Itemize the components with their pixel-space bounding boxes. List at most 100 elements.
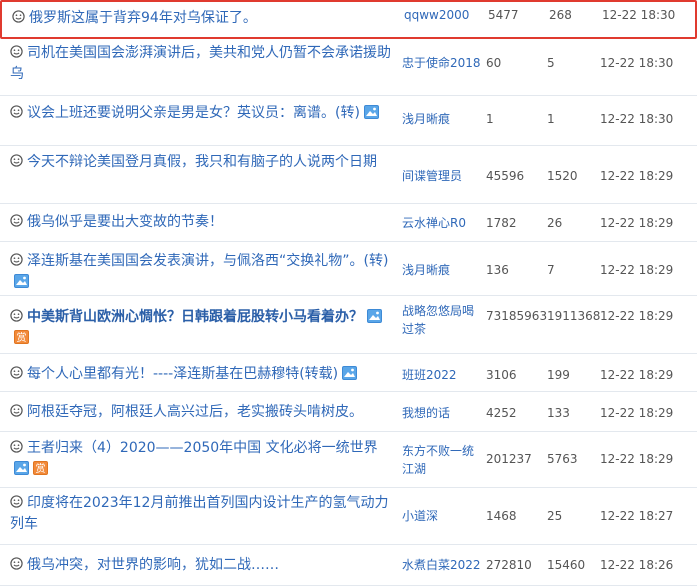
post-time: 12-22 18:29: [600, 216, 674, 230]
author-link[interactable]: 忠于使命2018: [402, 54, 484, 72]
smiley-icon: [10, 252, 23, 266]
click-count: 3106: [486, 368, 517, 382]
author-link[interactable]: 战略忽悠局喝过茶: [402, 302, 484, 338]
topic-row[interactable]: 中美斯背山欧洲心惆怅？日韩跟着屁股转小马看着办？赏战略忽悠局喝过茶 7318596…: [0, 296, 697, 354]
click-count: 272810: [486, 558, 532, 572]
author-link[interactable]: 东方不败一统江湖: [402, 442, 484, 478]
click-count: 136: [486, 263, 509, 277]
reply-count: 5: [547, 56, 555, 70]
reply-count: 199: [547, 368, 570, 382]
post-time: 12-22 18:27: [600, 509, 674, 523]
topic-row[interactable]: 阿根廷夺冠，阿根廷人高兴过后，老实搬砖头啃树皮。 我想的话 4252 133 12-22…: [0, 392, 697, 432]
smiley-icon: [12, 9, 25, 23]
author-link[interactable]: 我想的话: [402, 404, 484, 422]
topic-row[interactable]: 印度将在2023年12月前推出首列国内设计生产的氢气动力列车 小道深 1468 25 1…: [0, 488, 697, 545]
smiley-icon: [10, 104, 23, 118]
topic-title-cell: 中美斯背山欧洲心惆怅？日韩跟着屁股转小马看着办？赏: [10, 307, 395, 349]
smiley-icon: [10, 153, 23, 167]
author-link[interactable]: 浅月晰痕: [402, 261, 484, 279]
image-icon: [367, 309, 382, 323]
reply-count: 15460: [547, 558, 586, 572]
topic-title-link[interactable]: 阿根廷夺冠，阿根廷人高兴过后，老实搬砖头啃树皮。: [27, 404, 363, 420]
smiley-icon: [10, 308, 23, 322]
author-link[interactable]: 浅月晰痕: [402, 110, 484, 128]
click-count: 73185963: [486, 309, 548, 323]
author-link[interactable]: qqww2000: [404, 6, 486, 24]
post-time: 12-22 18:30: [600, 56, 674, 70]
topic-title-cell: 王者归来（4）2020——2050年中国 文化必将一统世界赏: [10, 438, 395, 480]
author-link[interactable]: 水煮白菜2022: [402, 556, 484, 574]
reply-count: 1: [547, 112, 555, 126]
topic-title-cell: 今天不辩论美国登月真假，我只和有脑子的人说两个日期: [10, 152, 395, 173]
topic-row[interactable]: 俄乌冲突，对世界的影响，犹如二战…… 水煮白菜2022 272810 15460 12-…: [0, 545, 697, 586]
reply-count: 7: [547, 263, 555, 277]
click-count: 5477: [488, 8, 519, 22]
click-count: 60: [486, 56, 502, 70]
click-count: 1468: [486, 509, 517, 523]
topic-list: 俄罗斯这属于背弃94年对乌保证了。 qqww2000 5477 268 12-22 18…: [0, 0, 697, 586]
topic-title-cell: 阿根廷夺冠，阿根廷人高兴过后，老实搬砖头啃树皮。: [10, 402, 395, 423]
topic-row[interactable]: 议会上班还要说明父亲是男是女？英议员：离谱。(转) 浅月晰痕 1 1 12-22 18:…: [0, 96, 697, 146]
reply-count: 1520: [547, 169, 578, 183]
post-time: 12-22 18:29: [600, 263, 674, 277]
post-time: 12-22 18:29: [600, 406, 674, 420]
topic-title-link[interactable]: 泽连斯基在美国国会发表演讲，与佩洛西“交换礼物”。(转): [27, 253, 388, 269]
reply-count: 5763: [547, 452, 578, 466]
image-icon: [14, 461, 29, 475]
topic-title-link[interactable]: 议会上班还要说明父亲是男是女？英议员：离谱。(转): [27, 105, 360, 121]
smiley-icon: [10, 556, 23, 570]
topic-title-cell: 印度将在2023年12月前推出首列国内设计生产的氢气动力列车: [10, 493, 395, 535]
topic-title-cell: 议会上班还要说明父亲是男是女？英议员：离谱。(转): [10, 103, 395, 124]
topic-title-link[interactable]: 俄乌冲突，对世界的影响，犹如二战……: [27, 557, 279, 573]
smiley-icon: [10, 44, 23, 58]
reply-count: 268: [549, 8, 572, 22]
author-link[interactable]: 班班2022: [402, 366, 484, 384]
image-icon: [14, 274, 29, 288]
post-time: 12-22 18:30: [602, 8, 676, 22]
topic-title-cell: 俄罗斯这属于背弃94年对乌保证了。: [12, 8, 397, 29]
smiley-icon: [10, 213, 23, 227]
post-time: 12-22 18:30: [600, 112, 674, 126]
topic-title-link[interactable]: 俄罗斯这属于背弃94年对乌保证了。: [29, 10, 257, 26]
click-count: 4252: [486, 406, 517, 420]
topic-row[interactable]: 每个人心里都有光！----泽连斯基在巴赫穆特(转载) 班班2022 3106 199 1…: [0, 354, 697, 392]
topic-title-link[interactable]: 俄乌似乎是要出大变故的节奏！: [27, 214, 223, 230]
author-link[interactable]: 云水禅心R0: [402, 214, 484, 232]
post-time: 12-22 18:29: [600, 368, 674, 382]
image-icon: [363, 105, 379, 119]
post-time: 12-22 18:26: [600, 558, 674, 572]
click-count: 1: [486, 112, 494, 126]
topic-title-link[interactable]: 今天不辩论美国登月真假，我只和有脑子的人说两个日期: [27, 154, 377, 170]
topic-title-link[interactable]: 司机在美国国会澎湃演讲后，美共和党人仍暂不会承诺援助乌: [10, 45, 391, 82]
reply-count: 26: [547, 216, 563, 230]
author-link[interactable]: 小道深: [402, 507, 484, 525]
post-time: 12-22 18:29: [600, 452, 674, 466]
click-count: 45596: [486, 169, 525, 183]
topic-title-cell: 泽连斯基在美国国会发表演讲，与佩洛西“交换礼物”。(转): [10, 251, 395, 293]
topic-title-link[interactable]: 中美斯背山欧洲心惆怅？日韩跟着屁股转小马看着办？: [27, 309, 363, 325]
click-count: 201237: [486, 452, 532, 466]
topic-title-link[interactable]: 每个人心里都有光！----泽连斯基在巴赫穆特(转载): [27, 366, 338, 382]
smiley-icon: [10, 494, 23, 508]
topic-title-cell: 每个人心里都有光！----泽连斯基在巴赫穆特(转载): [10, 364, 395, 385]
image-icon: [342, 366, 358, 380]
post-time: 12-22 18:29: [600, 169, 674, 183]
topic-row[interactable]: 俄乌似乎是要出大变故的节奏！ 云水禅心R0 1782 26 12-22 18:29: [0, 204, 697, 242]
topic-title-cell: 司机在美国国会澎湃演讲后，美共和党人仍暂不会承诺援助乌: [10, 43, 395, 85]
reward-icon: 赏: [33, 461, 48, 475]
topic-title-cell: 俄乌冲突，对世界的影响，犹如二战……: [10, 555, 395, 576]
smiley-icon: [10, 439, 23, 453]
reply-count: 1911368: [547, 309, 601, 323]
click-count: 1782: [486, 216, 517, 230]
topic-row[interactable]: 司机在美国国会澎湃演讲后，美共和党人仍暂不会承诺援助乌 忠于使命2018 60 5 12…: [0, 39, 697, 96]
topic-row[interactable]: 俄罗斯这属于背弃94年对乌保证了。 qqww2000 5477 268 12-22 18…: [0, 0, 697, 39]
topic-row[interactable]: 泽连斯基在美国国会发表演讲，与佩洛西“交换礼物”。(转) 浅月晰痕 136 7 12-2…: [0, 242, 697, 296]
topic-title-cell: 俄乌似乎是要出大变故的节奏！: [10, 212, 395, 233]
topic-title-link[interactable]: 王者归来（4）2020——2050年中国 文化必将一统世界: [27, 440, 378, 456]
svg-text:赏: 赏: [36, 463, 46, 475]
reply-count: 133: [547, 406, 570, 420]
author-link[interactable]: 间谍管理员: [402, 167, 484, 185]
topic-row[interactable]: 今天不辩论美国登月真假，我只和有脑子的人说两个日期间谍管理员 45596 1520 1…: [0, 146, 697, 204]
topic-title-link[interactable]: 印度将在2023年12月前推出首列国内设计生产的氢气动力列车: [10, 495, 388, 532]
topic-row[interactable]: 王者归来（4）2020——2050年中国 文化必将一统世界赏东方不败一统江湖 20…: [0, 432, 697, 488]
